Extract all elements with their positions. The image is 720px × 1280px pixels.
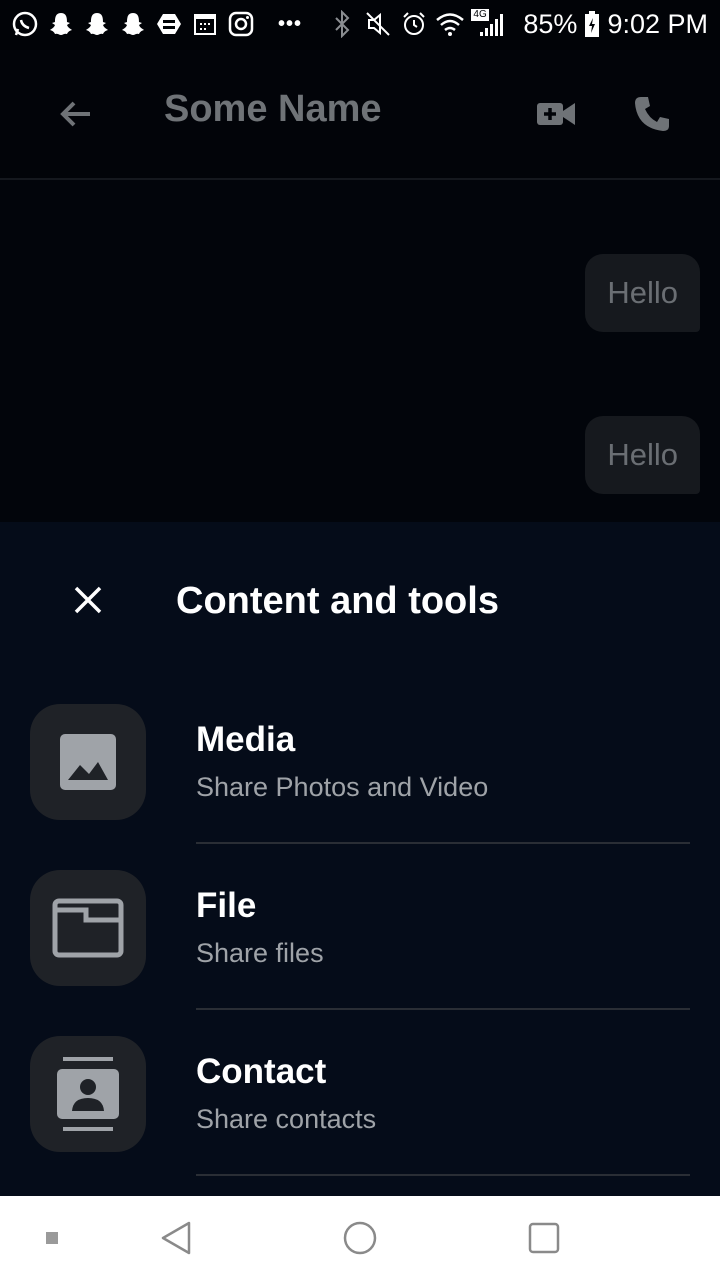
option-file[interactable]: File Share files	[0, 870, 720, 1036]
option-icon-tile	[30, 1036, 146, 1152]
back-button[interactable]	[44, 78, 108, 150]
bluetooth-icon	[327, 9, 357, 39]
image-icon	[60, 734, 116, 790]
nav-recents-button[interactable]	[516, 1212, 572, 1264]
message-bubble[interactable]: Hello	[585, 254, 700, 332]
notification-icons: •••	[10, 8, 302, 40]
folder-icon	[52, 898, 124, 958]
alarm-icon	[399, 9, 429, 39]
message-bubble[interactable]: Hello	[585, 416, 700, 494]
status-bar: ••• 4G 85% 9:02 PM	[0, 0, 720, 50]
video-call-icon	[537, 103, 575, 125]
option-subtitle: Share Photos and Video	[196, 772, 489, 802]
option-icon-tile	[30, 870, 146, 986]
wifi-icon	[435, 9, 465, 39]
video-call-button[interactable]	[526, 86, 586, 142]
chat-header: Some Name	[0, 50, 720, 180]
extra-nav-button[interactable]	[24, 1212, 80, 1264]
option-subtitle: Share files	[196, 938, 324, 968]
message-list: Hello Hello	[0, 180, 720, 522]
content-tools-sheet: Content and tools Media Share Photos and…	[0, 522, 720, 1196]
option-title: File	[196, 886, 257, 925]
instagram-icon	[226, 9, 256, 39]
network-type-label: 4G	[471, 9, 489, 21]
square-dot-icon	[46, 1232, 58, 1244]
close-icon	[74, 586, 102, 614]
snapchat-icon	[46, 9, 76, 39]
arrow-left-icon	[60, 101, 90, 127]
battery-percent: 85%	[523, 9, 578, 39]
option-title: Media	[196, 720, 296, 759]
option-title: Contact	[196, 1052, 327, 1091]
mute-icon	[363, 9, 393, 39]
whatsapp-icon	[10, 9, 40, 39]
battery-icon	[583, 9, 601, 39]
divider	[196, 1174, 690, 1176]
option-icon-tile	[30, 704, 146, 820]
option-media[interactable]: Media Share Photos and Video	[0, 704, 720, 870]
more-notifications-icon: •••	[278, 12, 303, 35]
nav-back-button[interactable]	[148, 1212, 204, 1264]
back-triangle-icon	[161, 1221, 191, 1255]
snapchat-icon	[82, 9, 112, 39]
option-subtitle: Share contacts	[196, 1104, 377, 1134]
app-icon	[154, 9, 184, 39]
contact-name[interactable]: Some Name	[164, 88, 382, 131]
clock: 9:02 PM	[607, 9, 708, 39]
voice-call-button[interactable]	[622, 86, 682, 142]
recents-square-icon	[528, 1222, 560, 1254]
snapchat-icon	[118, 9, 148, 39]
divider	[196, 842, 690, 844]
system-nav-bar	[0, 1196, 720, 1280]
option-contact[interactable]: Contact Share contacts	[0, 1036, 720, 1202]
system-icons: 4G 85% 9:02 PM	[327, 8, 708, 40]
calendar-icon	[190, 9, 220, 39]
divider	[196, 1008, 690, 1010]
close-button[interactable]	[56, 568, 120, 632]
signal-icon: 4G	[471, 9, 517, 39]
sheet-title: Content and tools	[176, 580, 499, 622]
nav-home-button[interactable]	[332, 1212, 388, 1264]
phone-icon	[635, 97, 669, 131]
contact-card-icon	[57, 1057, 119, 1131]
home-circle-icon	[343, 1221, 377, 1255]
